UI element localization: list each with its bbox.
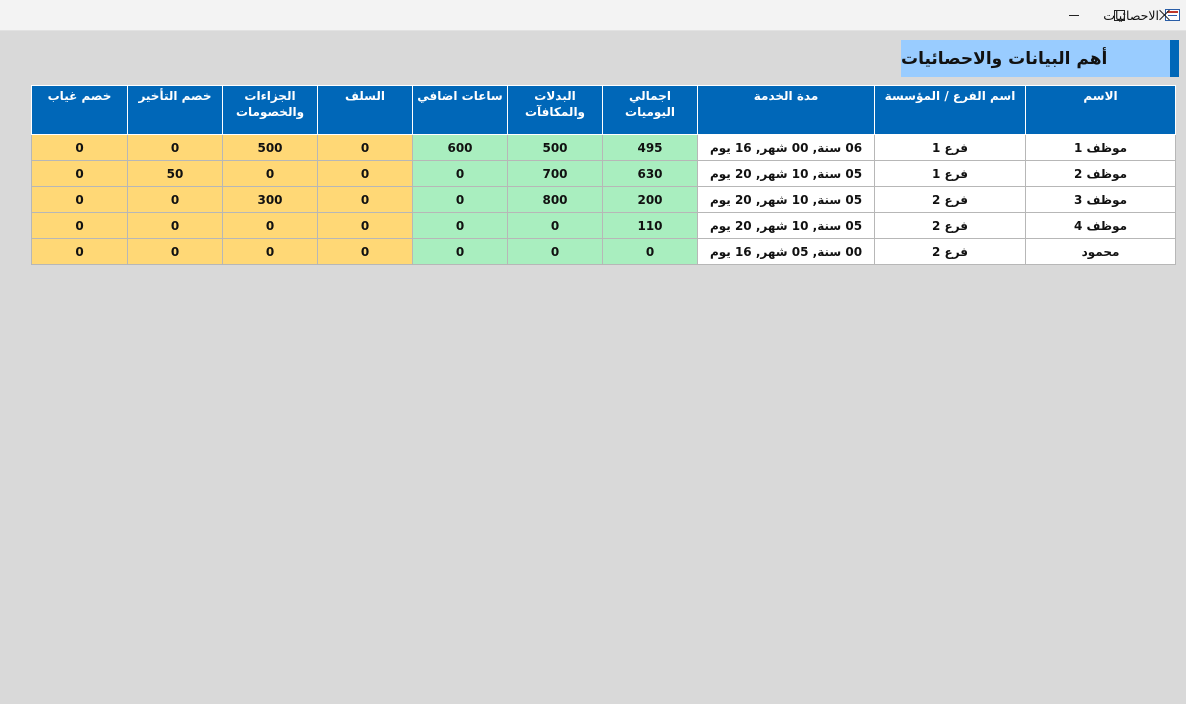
- cell-absence-deduction[interactable]: 0: [31, 186, 128, 213]
- maximize-button[interactable]: [1096, 0, 1142, 30]
- cell-service-period[interactable]: 05 سنة, 10 شهر, 20 يوم: [697, 212, 875, 239]
- table-header-row: الاسم اسم الفرع / المؤسسة مدة الخدمة اجم…: [31, 85, 1176, 135]
- column-header-branch: اسم الفرع / المؤسسة: [874, 85, 1026, 135]
- cell-allowances[interactable]: 700: [507, 160, 603, 187]
- cell-absence-deduction[interactable]: 0: [31, 134, 128, 161]
- cell-advances[interactable]: 0: [317, 212, 413, 239]
- cell-allowances[interactable]: 500: [507, 134, 603, 161]
- column-header-late-deduction: خصم التأخير: [127, 85, 223, 135]
- cell-absence-deduction[interactable]: 0: [31, 238, 128, 265]
- cell-allowances[interactable]: 0: [507, 212, 603, 239]
- cell-late-deduction[interactable]: 0: [127, 238, 223, 265]
- cell-branch[interactable]: فرع 2: [874, 186, 1026, 213]
- statistics-table: الاسم اسم الفرع / المؤسسة مدة الخدمة اجم…: [31, 85, 1176, 265]
- table-row[interactable]: موظف 3 فرع 2 05 سنة, 10 شهر, 20 يوم 200 …: [31, 186, 1176, 213]
- table-row[interactable]: موظف 2 فرع 1 05 سنة, 10 شهر, 20 يوم 630 …: [31, 160, 1176, 187]
- cell-service-period[interactable]: 05 سنة, 10 شهر, 20 يوم: [697, 160, 875, 187]
- cell-absence-deduction[interactable]: 0: [31, 212, 128, 239]
- cell-penalties[interactable]: 0: [222, 238, 318, 265]
- column-header-advances: السلف: [317, 85, 413, 135]
- cell-name[interactable]: موظف 2: [1025, 160, 1176, 187]
- close-icon: [1158, 9, 1170, 21]
- table-row[interactable]: موظف 1 فرع 1 06 سنة, 00 شهر, 16 يوم 495 …: [31, 134, 1176, 161]
- cell-penalties[interactable]: 500: [222, 134, 318, 161]
- cell-allowances[interactable]: 0: [507, 238, 603, 265]
- cell-absence-deduction[interactable]: 0: [31, 160, 128, 187]
- cell-overtime[interactable]: 600: [412, 134, 508, 161]
- minimize-button[interactable]: [1051, 0, 1097, 30]
- column-header-service-period: مدة الخدمة: [697, 85, 875, 135]
- maximize-icon: [1113, 9, 1125, 21]
- title-bar: الاحصائيات: [0, 0, 1186, 31]
- cell-service-period[interactable]: 00 سنة, 05 شهر, 16 يوم: [697, 238, 875, 265]
- cell-service-period[interactable]: 05 سنة, 10 شهر, 20 يوم: [697, 186, 875, 213]
- cell-name[interactable]: موظف 1: [1025, 134, 1176, 161]
- cell-allowances[interactable]: 800: [507, 186, 603, 213]
- table-row[interactable]: محمود فرع 2 00 سنة, 05 شهر, 16 يوم 0 0 0…: [31, 238, 1176, 265]
- column-header-total-daily: اجمالي اليوميات: [602, 85, 698, 135]
- cell-total-daily[interactable]: 200: [602, 186, 698, 213]
- cell-branch[interactable]: فرع 2: [874, 212, 1026, 239]
- cell-name[interactable]: موظف 4: [1025, 212, 1176, 239]
- cell-advances[interactable]: 0: [317, 238, 413, 265]
- cell-name[interactable]: موظف 3: [1025, 186, 1176, 213]
- cell-overtime[interactable]: 0: [412, 160, 508, 187]
- report-heading-text: أهم البيانات والاحصائيات: [901, 48, 1108, 69]
- cell-service-period[interactable]: 06 سنة, 00 شهر, 16 يوم: [697, 134, 875, 161]
- table-row[interactable]: موظف 4 فرع 2 05 سنة, 10 شهر, 20 يوم 110 …: [31, 212, 1176, 239]
- cell-total-daily[interactable]: 0: [602, 238, 698, 265]
- cell-total-daily[interactable]: 630: [602, 160, 698, 187]
- minimize-icon: [1069, 14, 1079, 16]
- column-header-allowances: البدلات والمكافآت: [507, 85, 603, 135]
- cell-total-daily[interactable]: 110: [602, 212, 698, 239]
- cell-late-deduction[interactable]: 0: [127, 212, 223, 239]
- cell-branch[interactable]: فرع 1: [874, 134, 1026, 161]
- cell-penalties[interactable]: 300: [222, 186, 318, 213]
- cell-branch[interactable]: فرع 2: [874, 238, 1026, 265]
- cell-name[interactable]: محمود: [1025, 238, 1176, 265]
- cell-late-deduction[interactable]: 0: [127, 134, 223, 161]
- column-header-absence-deduction: خصم غياب: [31, 85, 128, 135]
- cell-overtime[interactable]: 0: [412, 186, 508, 213]
- cell-late-deduction[interactable]: 50: [127, 160, 223, 187]
- cell-total-daily[interactable]: 495: [602, 134, 698, 161]
- column-header-penalties: الجزاءات والخصومات: [222, 85, 318, 135]
- cell-penalties[interactable]: 0: [222, 160, 318, 187]
- report-heading: أهم البيانات والاحصائيات: [901, 40, 1179, 77]
- cell-late-deduction[interactable]: 0: [127, 186, 223, 213]
- cell-advances[interactable]: 0: [317, 160, 413, 187]
- column-header-overtime: ساعات اضافي: [412, 85, 508, 135]
- cell-overtime[interactable]: 0: [412, 212, 508, 239]
- cell-advances[interactable]: 0: [317, 186, 413, 213]
- cell-advances[interactable]: 0: [317, 134, 413, 161]
- cell-branch[interactable]: فرع 1: [874, 160, 1026, 187]
- cell-penalties[interactable]: 0: [222, 212, 318, 239]
- cell-overtime[interactable]: 0: [412, 238, 508, 265]
- close-button[interactable]: [1141, 0, 1186, 30]
- column-header-name: الاسم: [1025, 85, 1176, 135]
